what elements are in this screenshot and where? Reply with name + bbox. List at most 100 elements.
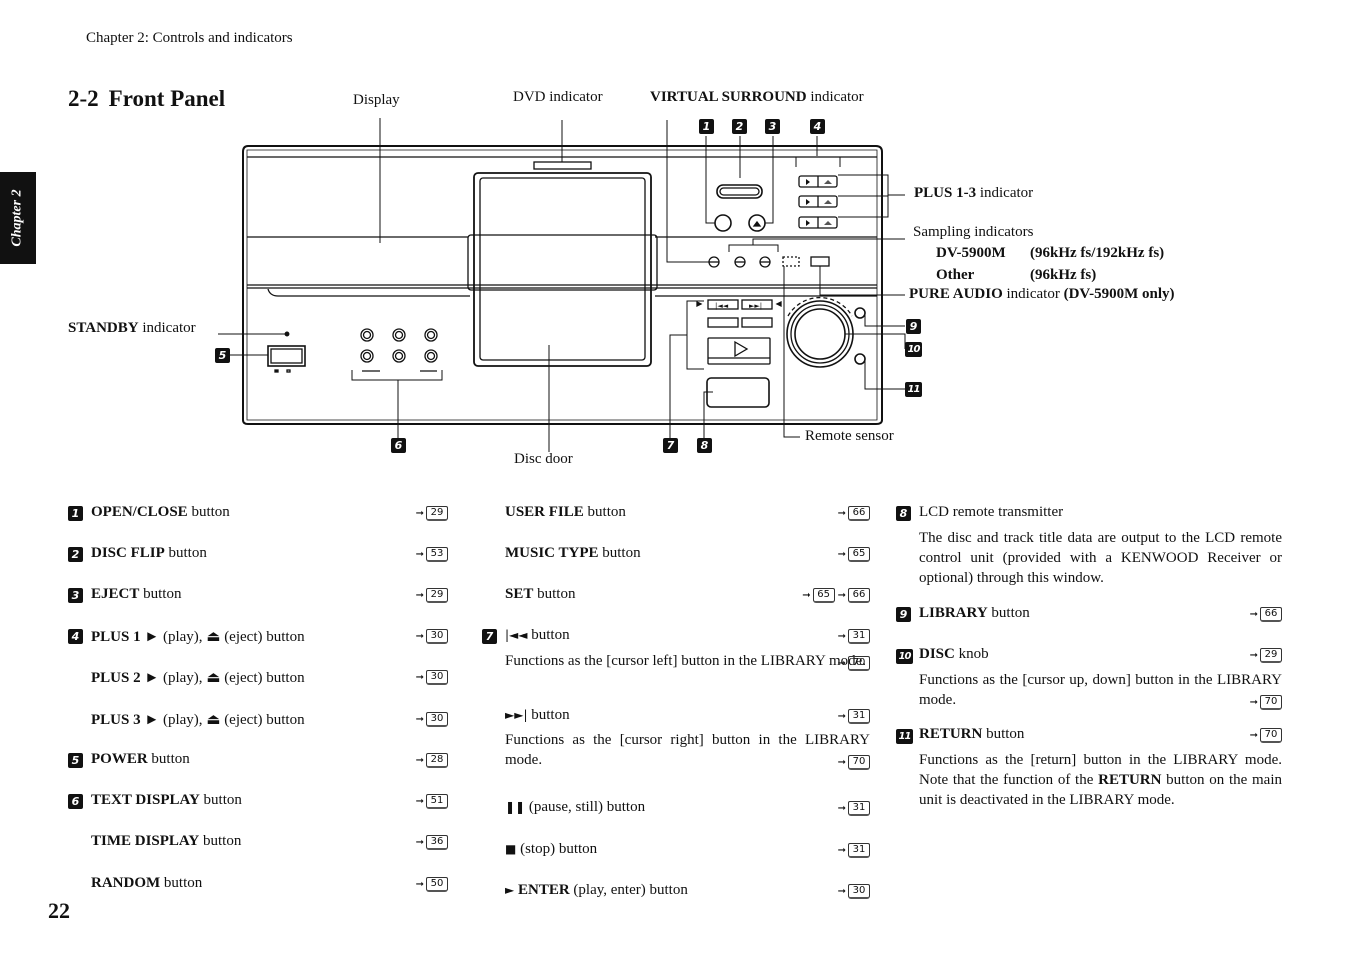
page-reference-link[interactable]: ➞ 29: [416, 506, 448, 521]
description-item-header: RANDOM button: [68, 875, 448, 892]
page-reference-link[interactable]: ➞ 66: [1250, 607, 1282, 622]
transport-buttons: |◄◄ ►►|: [696, 299, 782, 365]
item-label-rest: button: [527, 627, 570, 643]
badge-slot: 11: [896, 726, 919, 744]
item-description-text: Functions as the [cursor right] button i…: [505, 732, 870, 768]
page-references: ➞ 70: [838, 656, 870, 671]
badge-slot: [482, 586, 505, 587]
badge-slot: 4: [68, 627, 91, 645]
page-reference-link[interactable]: ➞ 70: [838, 656, 870, 671]
page-reference-link[interactable]: ➞ 70: [1250, 728, 1282, 743]
chassis-outline: [242, 145, 883, 425]
description-item-header: 4 PLUS 1 ► (play), ⏏ (eject) button: [68, 627, 448, 646]
page-reference-link[interactable]: ➞ 30: [416, 712, 448, 727]
description-item: ► ENTER (play, enter) button ➞ 30: [482, 882, 870, 899]
description-item-header: 2 DISC FLIP button: [68, 545, 448, 563]
page-reference-link[interactable]: ➞ 51: [416, 794, 448, 809]
item-label-bold: USER FILE: [505, 504, 584, 520]
page-references: ➞ 65: [838, 547, 870, 562]
page-reference-link[interactable]: ➞ 70: [838, 755, 870, 770]
lcd-remote-transmitter-window: [706, 377, 770, 408]
page-reference-link[interactable]: ➞ 30: [416, 629, 448, 644]
item-label-bold: TEXT DISPLAY: [91, 792, 200, 808]
page-reference-link[interactable]: ➞ 29: [1250, 648, 1282, 663]
callout-plus-bold: PLUS 1-3: [914, 185, 977, 201]
item-label-rest: button: [987, 605, 1030, 621]
description-item: MUSIC TYPE button ➞ 65: [482, 545, 870, 562]
page-references: ➞ 50: [416, 877, 448, 892]
indicator-lamps: [708, 256, 830, 268]
book-page-icon: 31: [848, 843, 870, 858]
item-label-bold: OPEN/CLOSE: [91, 504, 188, 520]
badge-7: 7: [663, 438, 678, 453]
item-description-text: Functions as the [cursor left] button in…: [505, 653, 867, 669]
book-page-icon: 28: [426, 753, 448, 768]
arrow-right-icon: ➞: [837, 757, 846, 768]
book-page-icon: 70: [848, 755, 870, 770]
badge-slot: [68, 710, 91, 711]
book-page-icon: 66: [848, 506, 870, 521]
arrow-right-icon: ➞: [415, 755, 424, 766]
description-item: PLUS 2 ► (play), ⏏ (eject) button ➞ 30: [68, 668, 448, 687]
page-references: ➞ 53: [416, 547, 448, 562]
item-label-rest: button: [982, 726, 1025, 742]
page-references: ➞ 31: [838, 709, 870, 724]
control-symbol-icon: ❚❚: [505, 800, 526, 814]
description-item: TIME DISPLAY button ➞ 36: [68, 833, 448, 850]
description-item: 7 |◄◄ button ➞ 31 Functions as the [cursor l…: [482, 627, 870, 671]
page-references: ➞ 29: [416, 506, 448, 521]
page-reference-link[interactable]: ➞ 65: [802, 588, 835, 603]
page-reference-link[interactable]: ➞ 53: [416, 547, 448, 562]
arrow-right-icon: ➞: [1249, 650, 1258, 661]
item-number-badge: 3: [68, 588, 83, 603]
item-label-bold: SET: [505, 586, 534, 602]
callout-sampling-model-2: Other: [936, 267, 974, 284]
page-reference-link[interactable]: ➞ 30: [838, 884, 870, 899]
page-reference-link[interactable]: ➞ 29: [416, 588, 448, 603]
description-item-header: 8 LCD remote transmitter: [896, 504, 1282, 522]
page-reference-link[interactable]: ➞ 50: [416, 877, 448, 892]
control-symbol-icon: ■: [505, 842, 517, 856]
page-references: ➞ 70: [1250, 728, 1282, 743]
page-reference-link[interactable]: ➞ 31: [838, 801, 870, 816]
item-number-badge: 1: [68, 506, 83, 521]
description-item-header: 1 OPEN/CLOSE button: [68, 504, 448, 522]
description-item: 5 POWER button ➞ 28: [68, 751, 448, 769]
badge-4: 4: [810, 119, 825, 134]
page-reference-link[interactable]: ➞ 36: [416, 835, 448, 850]
svg-text:|◄◄: |◄◄: [715, 302, 729, 310]
item-label-rest: (play), ⏏ (eject) button: [159, 712, 305, 728]
badge-2: 2: [732, 119, 747, 134]
page-reference-link[interactable]: ➞ 31: [838, 629, 870, 644]
svg-text:►►|: ►►|: [749, 302, 762, 310]
arrow-right-icon: ➞: [802, 590, 811, 601]
badge-slot: 7: [482, 627, 505, 645]
book-page-icon: 31: [848, 801, 870, 816]
book-page-icon: 65: [812, 588, 835, 603]
book-page-icon: 70: [848, 656, 870, 671]
page-reference-link[interactable]: ➞ 31: [838, 709, 870, 724]
item-label-bold: EJECT: [91, 586, 140, 602]
page-reference-link[interactable]: ➞ 70: [1250, 695, 1282, 710]
description-item-header: 3 EJECT button: [68, 586, 448, 604]
page-reference-link[interactable]: ➞ 65: [838, 547, 870, 562]
callout-standby: STANDBY indicator: [68, 320, 196, 337]
page-reference-link[interactable]: ➞ 66: [838, 506, 870, 521]
page-reference-link[interactable]: ➞ 30: [416, 670, 448, 685]
book-page-icon: 66: [1260, 607, 1282, 622]
page-reference-link[interactable]: ➞ 66: [838, 588, 870, 603]
item-description-text: Functions as the [cursor up, down] butto…: [919, 672, 1282, 708]
plus-buttons: [798, 175, 838, 229]
page-reference-link[interactable]: ➞ 28: [416, 753, 448, 768]
item-label-rest: button: [598, 545, 641, 561]
badge-slot: [68, 875, 91, 876]
badge-8: 8: [697, 438, 712, 453]
page-references: ➞ 29: [1250, 648, 1282, 663]
page-reference-link[interactable]: ➞ 31: [838, 843, 870, 858]
item-label-bold: MUSIC TYPE: [505, 545, 599, 561]
description-item: 2 DISC FLIP button ➞ 53: [68, 545, 448, 563]
arrow-right-icon: ➞: [837, 508, 846, 519]
item-label: DISC FLIP button: [91, 545, 448, 562]
book-page-icon: 51: [426, 794, 448, 809]
description-item-header: MUSIC TYPE button: [482, 545, 870, 562]
